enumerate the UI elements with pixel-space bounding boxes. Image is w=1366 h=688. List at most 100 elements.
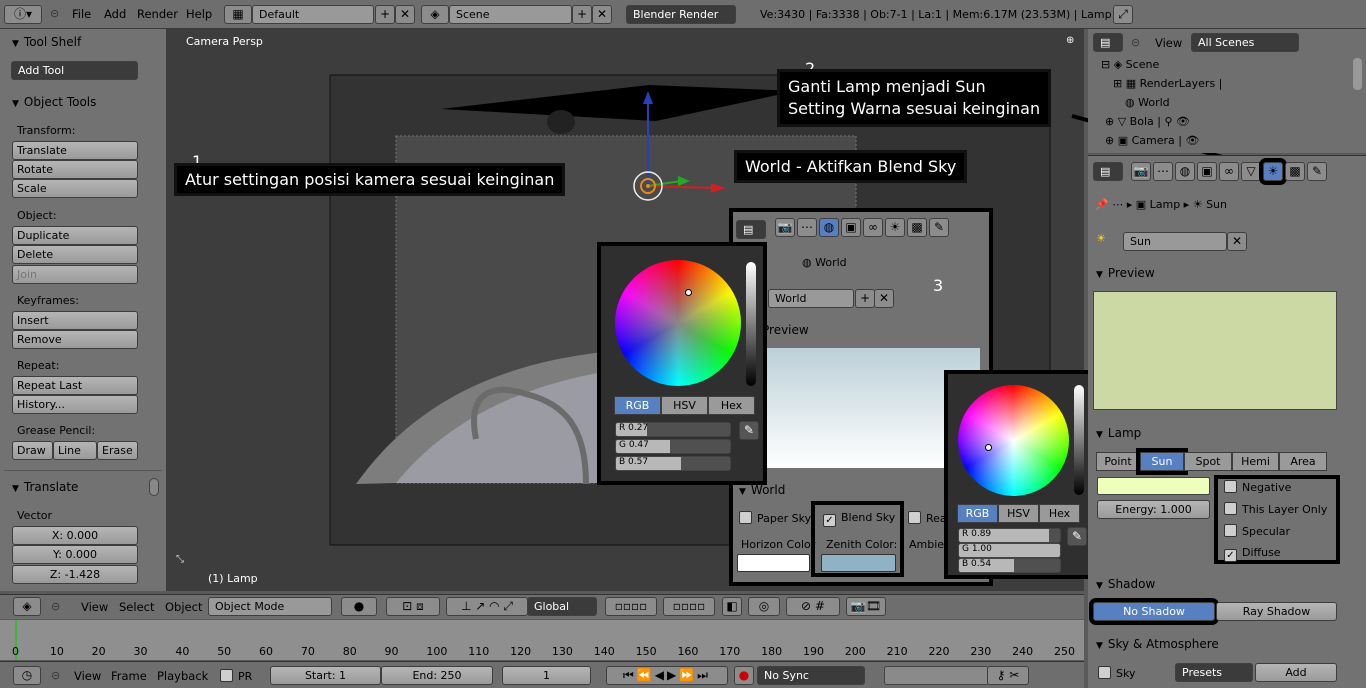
- properties-editor-icon[interactable]: ▤: [1093, 162, 1123, 181]
- outliner-filter-select[interactable]: All Scenes: [1191, 33, 1299, 52]
- record-icon[interactable]: ●: [734, 666, 754, 685]
- lamp-type-area[interactable]: Area: [1279, 452, 1327, 471]
- lamp-type-spot[interactable]: Spot: [1184, 452, 1232, 471]
- color-wheel-cursor-1[interactable]: [685, 289, 692, 296]
- hsv-tab[interactable]: HSV: [661, 396, 708, 415]
- lamp-type-sun[interactable]: Sun: [1136, 448, 1188, 475]
- render-icons[interactable]: 📷🎞: [846, 597, 886, 616]
- world-name-field[interactable]: World: [768, 289, 854, 308]
- timeline-frame-menu[interactable]: Frame: [111, 669, 147, 683]
- keying-set-field[interactable]: [884, 666, 989, 685]
- physics-tab-icon[interactable]: ✎: [929, 218, 949, 237]
- add-preset-button[interactable]: Add: [1255, 663, 1337, 682]
- zenith-color-swatch[interactable]: [821, 554, 896, 572]
- sync-mode-select[interactable]: No Sync: [757, 666, 865, 685]
- view3d-select-menu[interactable]: Select: [119, 600, 154, 614]
- remove-lamp-icon[interactable]: ✕: [1227, 232, 1247, 251]
- world-tab-icon[interactable]: ◍: [819, 218, 839, 237]
- sky-checkbox[interactable]: Sky: [1098, 666, 1135, 680]
- data-tab-icon[interactable]: ☀: [885, 218, 905, 237]
- green-slider-2[interactable]: G 1.00: [958, 543, 1061, 558]
- modifiers-tab-icon[interactable]: ▽: [1241, 162, 1261, 181]
- outliner-view-menu[interactable]: View: [1155, 36, 1182, 50]
- pivot-point-icon[interactable]: ⊡ ⧈: [386, 597, 440, 616]
- lamp-name-field[interactable]: Sun: [1123, 232, 1227, 251]
- collapse-icon[interactable]: ⊝: [51, 669, 60, 682]
- collapse-icon[interactable]: ⊝: [51, 600, 60, 613]
- lamp-type-point[interactable]: Point: [1096, 452, 1140, 471]
- hsv-tab[interactable]: HSV: [998, 504, 1039, 523]
- blue-slider-2[interactable]: B 0.54: [958, 558, 1061, 573]
- blue-slider-1[interactable]: B 0.57: [615, 456, 731, 471]
- negative-checkbox[interactable]: Negative: [1224, 480, 1291, 494]
- outliner-item-bola[interactable]: ⊕ ▽ Bola | ⚲ 👁: [1093, 112, 1353, 131]
- hex-tab[interactable]: Hex: [708, 396, 755, 415]
- outliner-editor-icon[interactable]: ▤: [1093, 33, 1123, 52]
- current-frame-field[interactable]: 1: [502, 666, 591, 685]
- viewport-shading-icon[interactable]: ●: [341, 597, 377, 616]
- world-section-header[interactable]: ▼ World: [739, 483, 785, 497]
- color-wheel-1[interactable]: [615, 260, 741, 386]
- transform-orientation-select[interactable]: Global: [527, 597, 597, 616]
- this-layer-only-checkbox[interactable]: This Layer Only: [1224, 502, 1327, 516]
- rgb-tab[interactable]: RGB: [957, 504, 998, 523]
- world-preview-header[interactable]: Preview: [762, 323, 809, 337]
- constraints-tab-icon[interactable]: ∞: [1219, 162, 1239, 181]
- lamp-color-swatch[interactable]: [1097, 477, 1210, 495]
- layers-tab-icon[interactable]: ⋯: [1153, 162, 1173, 181]
- snap-icon[interactable]: ⊘ #: [786, 597, 840, 616]
- color-wheel-2[interactable]: [958, 385, 1069, 496]
- add-world-icon[interactable]: +: [855, 289, 875, 308]
- layers-grid-2[interactable]: ▫▫▫▫: [663, 597, 715, 616]
- eyedropper-icon-1[interactable]: ✎: [739, 421, 759, 440]
- red-slider-2[interactable]: R 0.89: [958, 528, 1061, 543]
- physics-tab-icon[interactable]: ✎: [1307, 162, 1327, 181]
- eyedropper-icon-2[interactable]: ✎: [1067, 527, 1087, 546]
- green-slider-1[interactable]: G 0.47: [615, 439, 731, 454]
- lamp-type-hemi[interactable]: Hemi: [1232, 452, 1279, 471]
- constraints-tab-icon[interactable]: ∞: [863, 218, 883, 237]
- view3d-object-menu[interactable]: Object: [165, 600, 202, 614]
- collapse-icon[interactable]: ⊝: [1131, 36, 1140, 49]
- object-tab-icon[interactable]: ▣: [841, 218, 861, 237]
- remove-world-icon[interactable]: ✕: [874, 289, 894, 308]
- playback-controls[interactable]: ⏮⏪◀▶⏩⏭: [606, 666, 728, 685]
- red-slider-1[interactable]: R 0.27: [615, 422, 731, 437]
- lamp-preview-header[interactable]: ▼ Preview: [1096, 266, 1155, 280]
- world-tab-icon[interactable]: ◍: [1175, 162, 1195, 181]
- energy-field[interactable]: Energy: 1.000: [1097, 500, 1210, 519]
- timeline-view-menu[interactable]: View: [74, 669, 101, 683]
- specular-checkbox[interactable]: Specular: [1224, 524, 1290, 538]
- object-tab-icon[interactable]: ▣: [1197, 162, 1217, 181]
- real-sky-checkbox[interactable]: Rea: [908, 511, 947, 525]
- view3d-editor-icon[interactable]: ◈: [13, 597, 41, 616]
- value-slider-1[interactable]: [746, 262, 756, 386]
- start-frame-field[interactable]: Start: 1: [270, 666, 381, 685]
- keyframe-icons[interactable]: ⚷ ✂: [987, 666, 1029, 685]
- lock-layers-icon[interactable]: ◧: [722, 597, 742, 616]
- lamp-section-header[interactable]: ▼ Lamp: [1096, 426, 1141, 440]
- shadow-section-header[interactable]: ▼ Shadow: [1096, 577, 1155, 591]
- texture-tab-icon[interactable]: ▩: [907, 218, 927, 237]
- layers-tab-icon[interactable]: ⋯: [797, 218, 817, 237]
- no-shadow-button[interactable]: No Shadow: [1089, 598, 1219, 625]
- ray-shadow-button[interactable]: Ray Shadow: [1216, 602, 1337, 621]
- outliner-scrollbar[interactable]: [1353, 58, 1362, 90]
- view3d-view-menu[interactable]: View: [81, 600, 108, 614]
- paper-sky-checkbox[interactable]: Paper Sky: [739, 511, 811, 525]
- outliner-item-camera[interactable]: ⊕ ▣ Camera | 👁: [1093, 131, 1353, 150]
- color-wheel-cursor-2[interactable]: [985, 444, 992, 451]
- preview-range-checkbox[interactable]: PR: [220, 669, 252, 683]
- world-editor-icon[interactable]: ▤: [736, 220, 766, 239]
- outliner-item-renderlayers[interactable]: ⊞ ▦ RenderLayers |: [1093, 74, 1353, 93]
- render-tab-icon[interactable]: 📷: [775, 218, 795, 237]
- timeline-playback-menu[interactable]: Playback: [157, 669, 208, 683]
- presets-select[interactable]: Presets: [1175, 663, 1253, 682]
- timeline-editor-icon[interactable]: ◷: [13, 666, 41, 685]
- texture-tab-icon[interactable]: ▩: [1285, 162, 1305, 181]
- outliner-item-world[interactable]: ◍ World: [1093, 93, 1353, 112]
- render-tab-icon[interactable]: 📷: [1131, 162, 1151, 181]
- diffuse-checkbox[interactable]: ✓ Diffuse: [1224, 546, 1281, 562]
- blend-sky-checkbox[interactable]: ✓ Blend Sky: [823, 511, 895, 527]
- manipulator-icon[interactable]: ⊥ ↗ ◠ ⤢: [446, 597, 528, 616]
